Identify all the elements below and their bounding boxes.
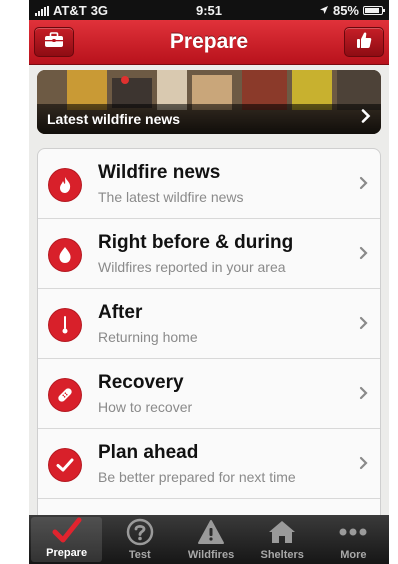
tab-prepare[interactable]: Prepare: [31, 517, 103, 562]
item-subtitle: Returning home: [98, 329, 198, 345]
item-title: Wildfire news: [98, 162, 221, 183]
chevron-right-icon: [361, 109, 371, 128]
tab-label: More: [340, 549, 367, 561]
navigation-bar: Prepare: [29, 20, 389, 65]
item-title: Right before & during: [98, 232, 294, 253]
chevron-right-icon: [359, 246, 368, 265]
chevron-right-icon: [359, 456, 368, 475]
tab-label: Wildfires: [187, 549, 235, 561]
thermometer-icon: [49, 309, 81, 341]
tab-label: Shelters: [260, 549, 304, 561]
page-title: Prepare: [169, 30, 249, 53]
tab-label: Prepare: [46, 547, 88, 559]
banner-caption: Latest wildfire news: [47, 111, 181, 127]
flame-icon: [49, 239, 81, 271]
item-subtitle: Be better prepared for next time: [98, 469, 296, 485]
checkmark-icon: [51, 517, 83, 545]
status-right: 85%: [319, 3, 385, 18]
warning-icon: [195, 517, 227, 547]
tab-label: Test: [128, 549, 151, 561]
chevron-right-icon: [359, 386, 368, 405]
item-subtitle: How to recover: [98, 399, 193, 415]
bandage-icon: [49, 379, 81, 411]
tab-test[interactable]: Test: [104, 515, 175, 564]
thumbs-up-icon: [356, 31, 372, 54]
app-screen: AT&T 3G 9:51 85% Prepare Latest wildfire…: [29, 0, 389, 564]
item-title: After: [98, 302, 143, 323]
item-subtitle: The latest wildfire news: [98, 189, 244, 205]
location-arrow-icon: [319, 3, 329, 18]
item-title: Recovery: [98, 372, 184, 393]
item-title: Plan ahead: [98, 442, 199, 463]
battery-icon: [363, 6, 385, 15]
tab-bar: Prepare Test Wildfires Shelters More: [29, 515, 389, 564]
list-item-plan-ahead[interactable]: Plan ahead Be better prepared for next t…: [38, 429, 380, 499]
list-item-wildfire-news[interactable]: Wildfire news The latest wildfire news: [38, 149, 380, 219]
tab-more[interactable]: More: [318, 515, 389, 564]
like-button[interactable]: [344, 27, 384, 57]
question-icon: [124, 517, 156, 547]
chevron-right-icon: [359, 176, 368, 195]
chevron-right-icon: [359, 316, 368, 335]
list-item-right-before-during[interactable]: Right before & during Wildfires reported…: [38, 219, 380, 289]
latest-news-banner[interactable]: Latest wildfire news: [37, 70, 381, 134]
house-icon: [266, 517, 298, 547]
flame-icon: [49, 169, 81, 201]
more-dots-icon: [337, 517, 369, 547]
list-item-recovery[interactable]: Recovery How to recover: [38, 359, 380, 429]
prepare-menu-list: Wildfire news The latest wildfire news R…: [37, 148, 381, 548]
checkmark-icon: [49, 449, 81, 481]
item-subtitle: Wildfires reported in your area: [98, 259, 286, 275]
list-item-after[interactable]: After Returning home: [38, 289, 380, 359]
status-bar: AT&T 3G 9:51 85%: [29, 0, 389, 20]
battery-percent: 85%: [332, 3, 359, 18]
tab-shelters[interactable]: Shelters: [247, 515, 318, 564]
tab-wildfires[interactable]: Wildfires: [175, 515, 246, 564]
